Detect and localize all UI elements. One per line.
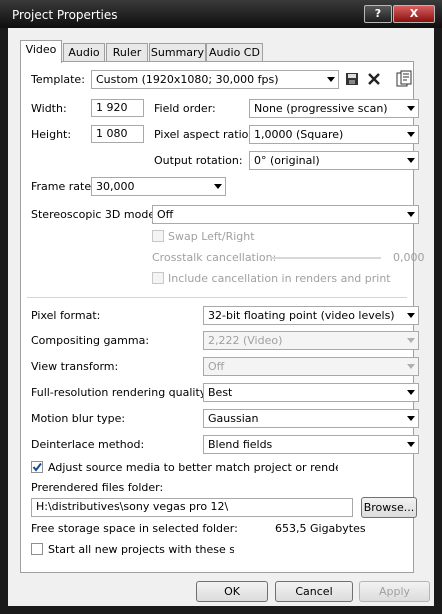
chevron-down-icon <box>407 158 415 163</box>
tab-ruler[interactable]: Ruler <box>106 43 148 62</box>
chevron-down-icon <box>407 313 415 318</box>
template-select[interactable]: Custom (1920x1080; 30,000 fps) <box>91 70 339 89</box>
pixel-aspect-select[interactable]: 1,0000 (Square) <box>249 125 419 144</box>
chevron-down-icon <box>214 184 222 189</box>
output-rotation-select[interactable]: 0° (original) <box>249 151 419 170</box>
view-transform-select[interactable]: Off <box>203 357 419 376</box>
adjust-source-label: Adjust source media to better match proj… <box>48 461 338 474</box>
template-select-value: Custom (1920x1080; 30,000 fps) <box>96 73 279 86</box>
crosstalk-value: 0,000 <box>393 251 425 264</box>
tab-audio[interactable]: Audio <box>63 43 105 62</box>
video-panel: Template: Custom (1920x1080; 30,000 fps)… <box>20 61 425 573</box>
swap-checkbox[interactable] <box>152 230 164 242</box>
field-order-select[interactable]: None (progressive scan) <box>249 99 419 118</box>
free-storage-value: 653,5 Gigabytes <box>275 522 366 535</box>
view-transform-label: View transform: <box>31 360 119 373</box>
checkmark-icon <box>32 462 42 472</box>
template-label: Template: <box>31 73 85 86</box>
chevron-down-icon <box>407 338 415 343</box>
pixel-format-value: 32-bit floating point (video levels) <box>208 309 395 322</box>
stereo-label: Stereoscopic 3D mode: <box>31 208 159 221</box>
tab-summary[interactable]: Summary <box>149 43 206 62</box>
deinterlace-select[interactable]: Blend fields <box>203 435 419 454</box>
prerender-label: Prerendered files folder: <box>31 481 164 494</box>
browse-button[interactable]: Browse... <box>361 497 417 518</box>
quality-label: Full-resolution rendering quality: <box>31 386 210 399</box>
gamma-label: Compositing gamma: <box>31 334 150 347</box>
crosstalk-slider[interactable] <box>271 257 381 259</box>
pixel-aspect-value: 1,0000 (Square) <box>254 128 344 141</box>
divider <box>27 297 407 298</box>
tab-audio-cd[interactable]: Audio CD <box>206 43 263 62</box>
pixel-format-select[interactable]: 32-bit floating point (video levels) <box>203 306 419 325</box>
height-field[interactable]: 1 080 <box>91 125 144 143</box>
delete-icon[interactable] <box>367 72 381 86</box>
quality-select[interactable]: Best <box>203 383 419 402</box>
free-storage-label: Free storage space in selected folder: <box>31 522 238 535</box>
start-all-label: Start all new projects with these settin… <box>48 543 234 556</box>
frame-rate-select[interactable]: 30,000 <box>91 177 226 196</box>
chevron-down-icon <box>407 416 415 421</box>
close-button[interactable]: X <box>393 5 435 23</box>
frame-rate-label: Frame rate: <box>31 180 95 193</box>
chevron-down-icon <box>407 106 415 111</box>
start-all-checkbox[interactable] <box>31 543 43 555</box>
chevron-down-icon <box>407 364 415 369</box>
field-order-value: None (progressive scan) <box>254 102 388 115</box>
width-field[interactable]: 1 920 <box>91 99 144 117</box>
deinterlace-label: Deinterlace method: <box>31 438 145 451</box>
crosstalk-label: Crosstalk cancellation: <box>152 251 277 264</box>
quality-value: Best <box>208 386 233 399</box>
output-rotation-value: 0° (original) <box>254 154 320 167</box>
tab-video[interactable]: Video <box>20 40 62 63</box>
stereo-select[interactable]: Off <box>152 205 419 224</box>
height-label: Height: <box>31 128 72 141</box>
pixel-format-label: Pixel format: <box>31 309 101 322</box>
width-label: Width: <box>31 102 67 115</box>
output-rotation-label: Output rotation: <box>154 154 243 167</box>
title-bar: Project Properties ? X <box>0 0 442 28</box>
chevron-down-icon <box>327 77 335 82</box>
apply-button[interactable]: Apply <box>359 581 430 602</box>
motion-blur-label: Motion blur type: <box>31 412 126 425</box>
gamma-value: 2,222 (Video) <box>208 334 283 347</box>
include-cancellation-label: Include cancellation in renders and prin… <box>168 272 393 285</box>
cancel-button[interactable]: Cancel <box>275 581 353 602</box>
adjust-source-checkbox[interactable] <box>31 461 43 473</box>
pixel-aspect-label: Pixel aspect ratio: <box>154 128 253 141</box>
prerender-folder-field[interactable]: H:\distributives\sony vegas pro 12\ <box>31 498 353 517</box>
help-button[interactable]: ? <box>364 5 392 23</box>
ok-button[interactable]: OK <box>196 581 268 602</box>
stereo-value: Off <box>157 208 174 221</box>
view-transform-value: Off <box>208 360 225 373</box>
field-order-label: Field order: <box>154 102 216 115</box>
chevron-down-icon <box>407 212 415 217</box>
frame-rate-value: 30,000 <box>96 180 135 193</box>
chevron-down-icon <box>407 132 415 137</box>
window-title: Project Properties <box>12 8 118 22</box>
save-icon[interactable] <box>345 72 359 86</box>
dialog-body: Video Audio Ruler Summary Audio CD Templ… <box>8 28 434 606</box>
gamma-select[interactable]: 2,222 (Video) <box>203 331 419 350</box>
chevron-down-icon <box>407 442 415 447</box>
include-cancellation-checkbox[interactable] <box>152 272 164 284</box>
match-media-icon[interactable] <box>396 70 412 88</box>
chevron-down-icon <box>407 390 415 395</box>
swap-label: Swap Left/Right <box>168 230 255 243</box>
motion-blur-select[interactable]: Gaussian <box>203 409 419 428</box>
deinterlace-value: Blend fields <box>208 438 273 451</box>
motion-blur-value: Gaussian <box>208 412 259 425</box>
